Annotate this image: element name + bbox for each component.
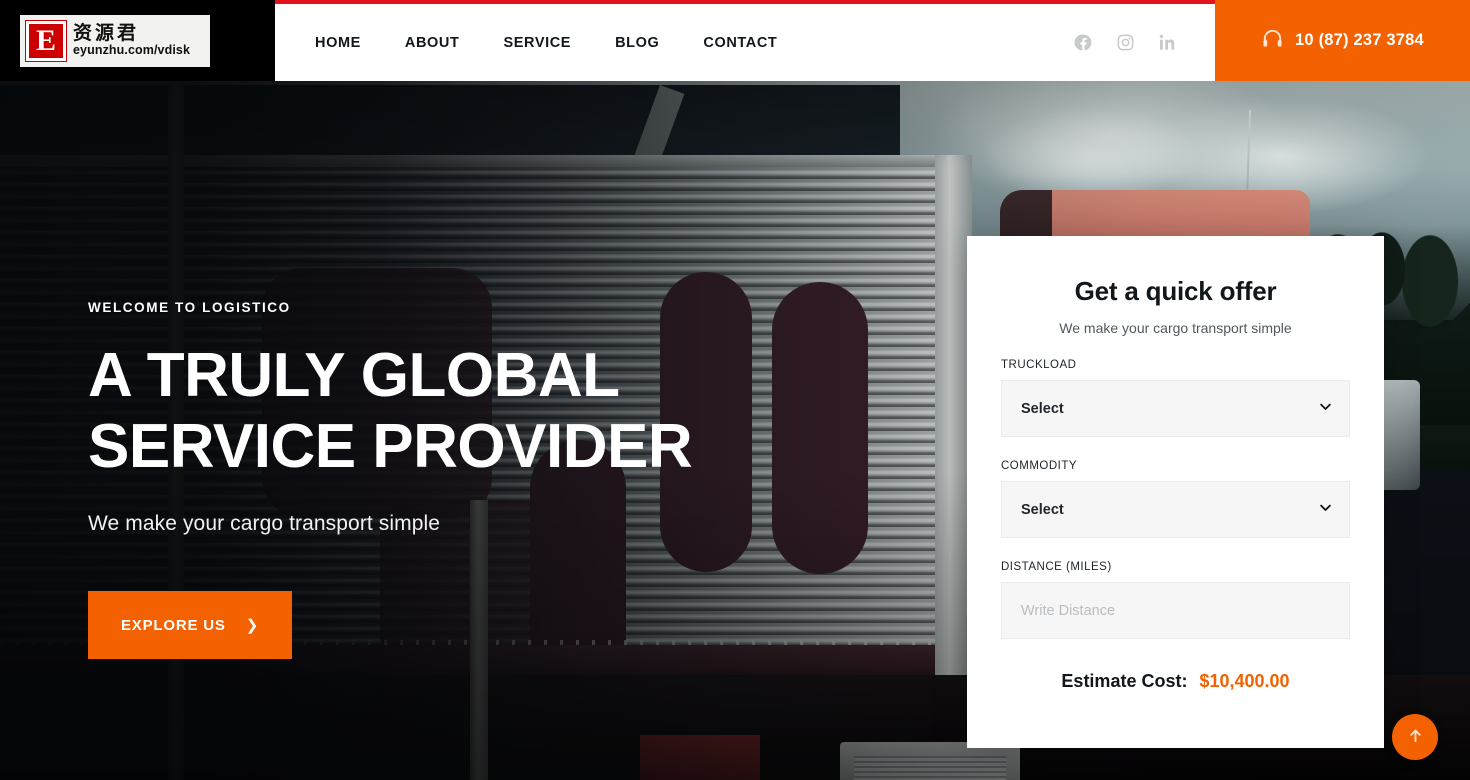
hero-headline-line2: SERVICE PROVIDER	[88, 411, 693, 481]
hero-headline-line1: A TRULY GLOBAL	[88, 341, 620, 410]
commodity-select-wrapper: Select	[1001, 481, 1350, 538]
estimate-cost-value: $10,400.00	[1199, 671, 1290, 691]
truckload-select[interactable]: Select	[1001, 380, 1350, 437]
arrow-up-icon	[1407, 727, 1424, 747]
nav-item-contact[interactable]: CONTACT	[681, 35, 799, 51]
field-distance: DISTANCE (MILES)	[1001, 561, 1350, 639]
linkedin-icon[interactable]	[1158, 33, 1177, 52]
nav-item-home[interactable]: HOME	[293, 35, 383, 51]
nav-item-about[interactable]: ABOUT	[383, 35, 482, 51]
headset-icon	[1261, 27, 1284, 55]
commodity-select[interactable]: Select	[1001, 481, 1350, 538]
facebook-icon[interactable]	[1074, 33, 1093, 52]
social-links	[1074, 4, 1177, 81]
logo-text: 资源君 eyunzhu.com/vdisk	[73, 21, 191, 57]
hero-subline: We make your cargo transport simple	[88, 512, 441, 536]
quote-form-panel: Get a quick offer We make your cargo tra…	[967, 236, 1384, 748]
explore-us-button[interactable]: EXPLORE US ❯	[88, 591, 293, 660]
hero-headline: A TRULY GLOBAL SERVICE PROVIDER	[88, 341, 693, 482]
phone-cta[interactable]: 10 (87) 237 3784	[1215, 0, 1470, 81]
chevron-right-icon: ❯	[245, 617, 260, 635]
field-truckload: TRUCKLOAD Select	[1001, 359, 1350, 437]
logo-chinese-name: 资源君	[73, 21, 140, 44]
site-logo[interactable]: E 资源君 eyunzhu.com/vdisk	[20, 14, 210, 67]
nav-item-blog[interactable]: BLOG	[593, 35, 681, 51]
hero-content: WELCOME TO LOGISTICO A TRULY GLOBAL SERV…	[88, 300, 693, 660]
logo-mark-icon: E	[26, 20, 66, 61]
distance-input[interactable]	[1001, 582, 1350, 639]
quote-title: Get a quick offer	[1074, 276, 1277, 306]
hero-eyebrow: WELCOME TO LOGISTICO	[88, 300, 291, 315]
instagram-icon[interactable]	[1116, 33, 1135, 52]
phone-number: 10 (87) 237 3784	[1295, 31, 1424, 49]
logo-area[interactable]: E 资源君 eyunzhu.com/vdisk	[0, 0, 275, 81]
commodity-label: COMMODITY	[1001, 460, 1078, 472]
explore-us-label: EXPLORE US	[121, 616, 226, 634]
estimate-cost-label: Estimate Cost:	[1061, 671, 1188, 691]
truckload-select-wrapper: Select	[1001, 380, 1350, 437]
site-header: E 资源君 eyunzhu.com/vdisk HOME ABOUT SERVI…	[0, 0, 1470, 81]
field-commodity: COMMODITY Select	[1001, 460, 1350, 538]
estimate-cost-row: Estimate Cost: $10,400.00	[1001, 671, 1350, 692]
nav-item-service[interactable]: SERVICE	[481, 35, 593, 51]
quote-subtitle: We make your cargo transport simple	[1059, 320, 1292, 336]
page-root: E 资源君 eyunzhu.com/vdisk HOME ABOUT SERVI…	[0, 0, 1470, 780]
main-navigation: HOME ABOUT SERVICE BLOG CONTACT	[275, 35, 799, 51]
navigation-panel: HOME ABOUT SERVICE BLOG CONTACT	[275, 0, 1215, 81]
scroll-to-top-button[interactable]	[1392, 714, 1438, 760]
truckload-label: TRUCKLOAD	[1001, 359, 1077, 371]
distance-label: DISTANCE (MILES)	[1001, 561, 1112, 573]
logo-url: eyunzhu.com/vdisk	[73, 42, 191, 57]
